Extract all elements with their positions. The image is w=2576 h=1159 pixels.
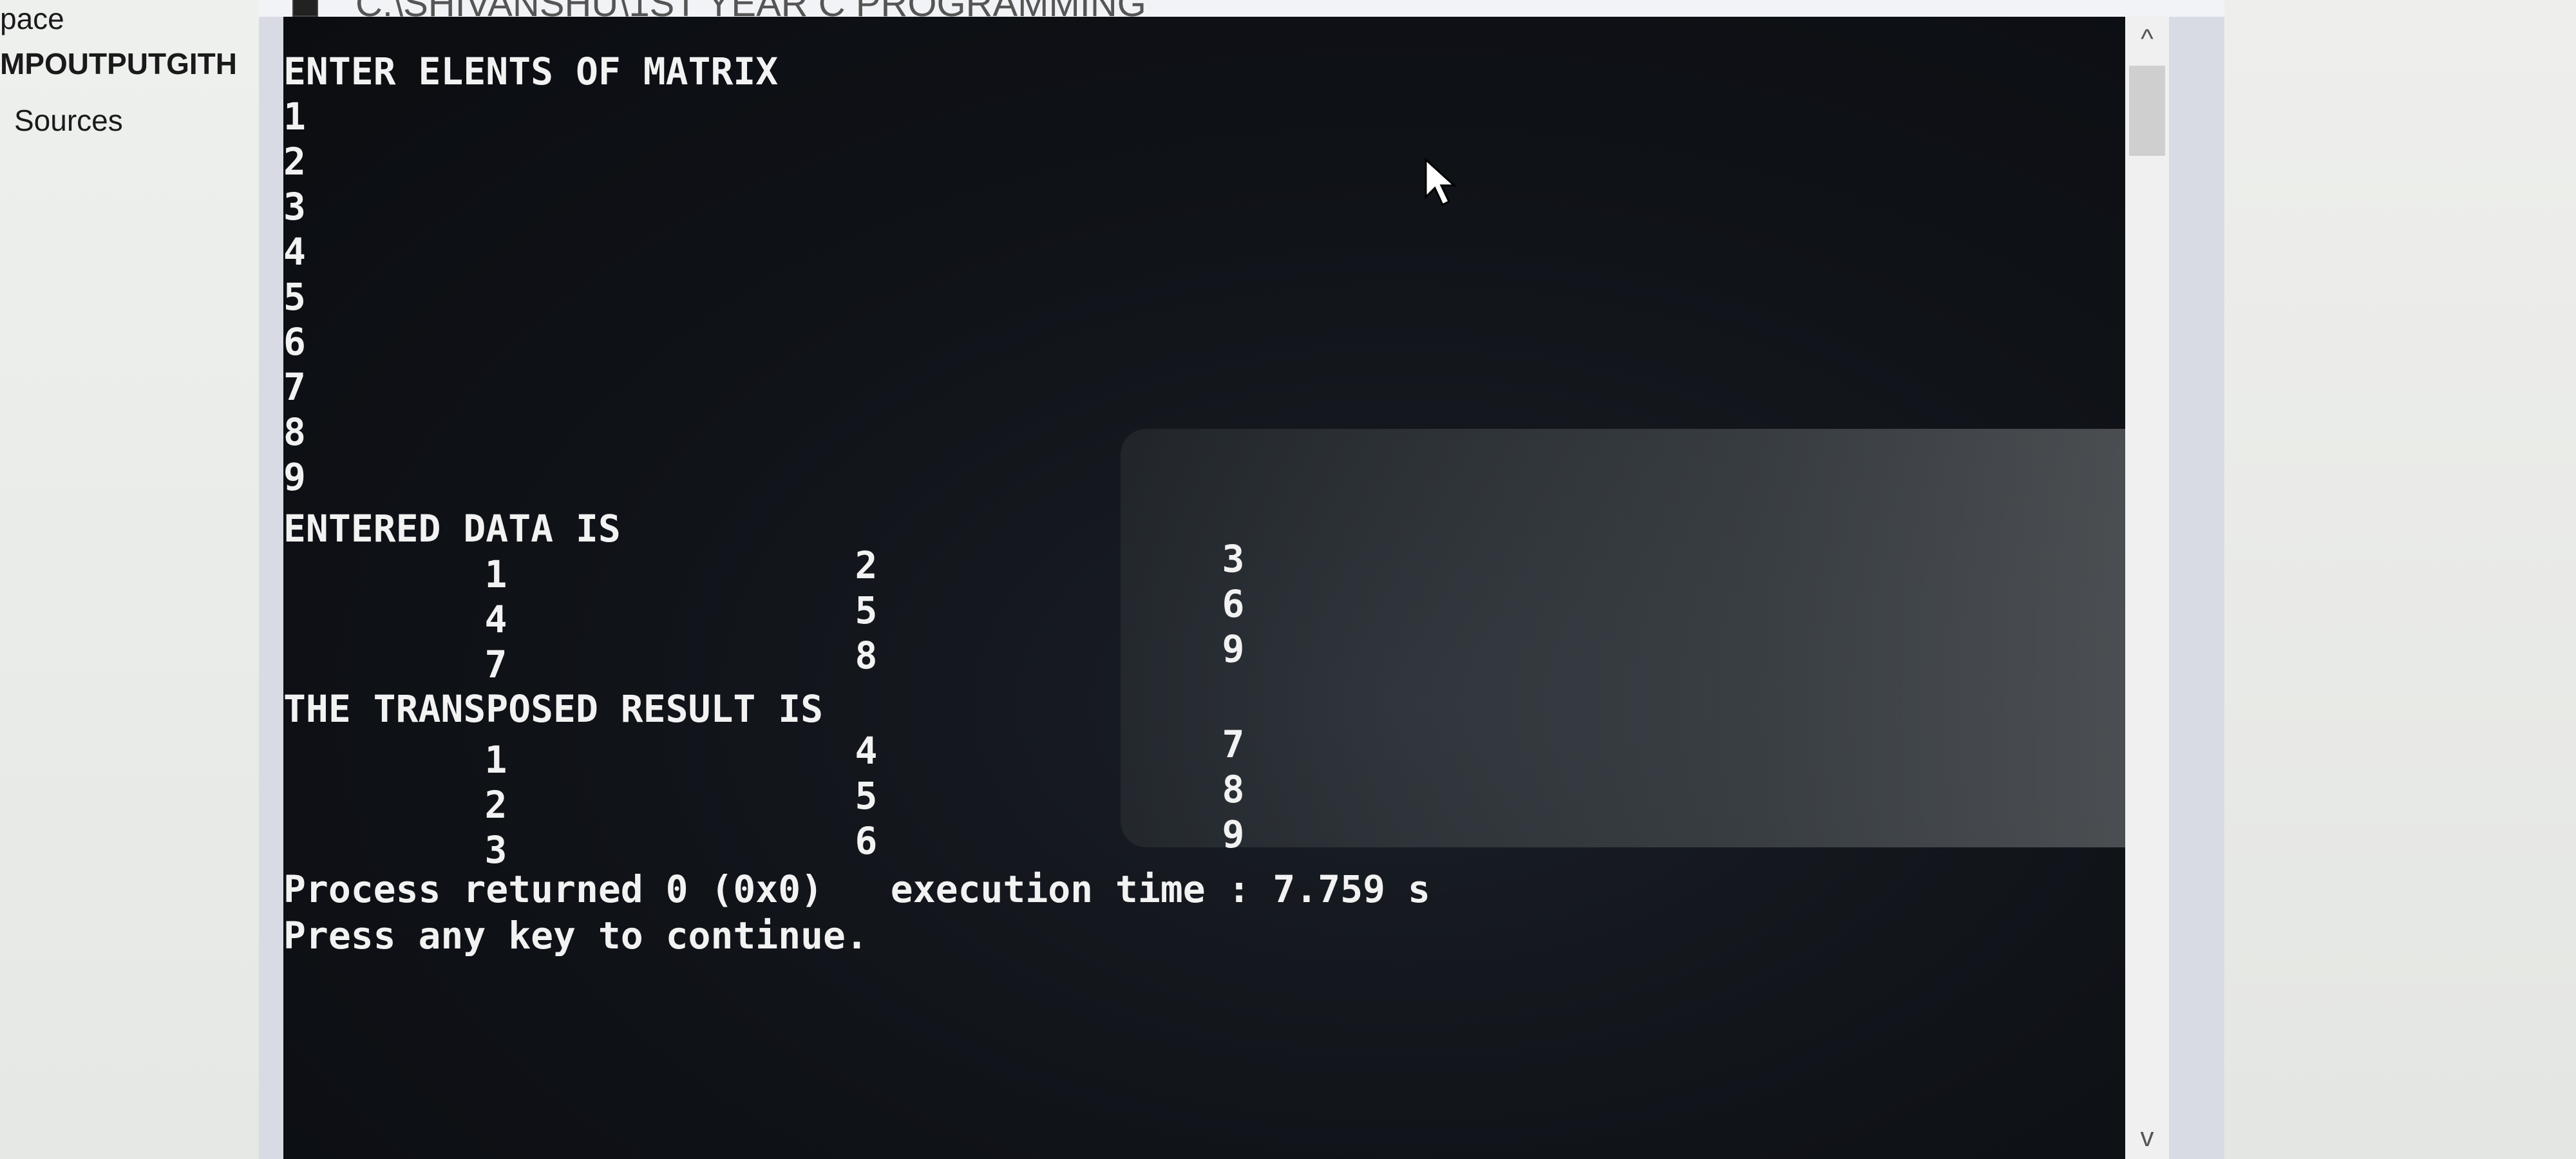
console-scrollbar[interactable]: ^ v [2125,17,2169,1159]
entered-cell: 7 [484,643,507,686]
entered-cell: 4 [484,598,507,641]
input-line: 5 [283,275,306,319]
console-titlebar[interactable]: C:\SHIVANSHU\1ST YEAR C PROGRAMMING [259,0,2224,17]
transposed-cell: 7 [1222,722,1245,766]
transposed-cell: 2 [484,783,507,827]
scroll-up-button[interactable]: ^ [2125,17,2169,61]
chevron-down-icon: v [2140,1122,2154,1152]
transposed-cell: 8 [1222,768,1245,811]
entered-cell: 5 [855,589,878,632]
ide-sources-folder[interactable]: Sources [14,103,123,138]
desktop-background [2224,0,2576,1159]
scroll-down-button[interactable]: v [2125,1115,2169,1159]
screen-reflection [1121,429,2148,847]
transposed-cell: 6 [855,819,878,863]
transposed-cell: 9 [1222,813,1245,856]
scroll-thumb[interactable] [2129,66,2165,156]
entered-cell: 3 [1222,537,1245,581]
input-line: 6 [283,320,306,364]
ide-sidebar: pace MPOUTPUTGITH Sources [0,0,259,1159]
input-line: 8 [283,410,306,454]
input-line: 7 [283,365,306,409]
transposed-cell: 3 [484,828,507,872]
ide-project-name[interactable]: MPOUTPUTGITH [0,46,237,81]
entered-cell: 9 [1222,627,1245,671]
input-line: 4 [283,230,306,274]
entered-data-header: ENTERED DATA IS [283,507,621,551]
console-output-area[interactable]: ENTER ELENTS OF MATRIX 1 2 3 4 5 6 7 8 9… [283,17,2148,1159]
console-app-icon [292,0,318,17]
entered-cell: 8 [855,634,878,677]
ide-workspace-label[interactable]: pace [0,1,64,36]
press-any-key-line: Press any key to continue. [283,914,868,957]
transposed-header: THE TRANSPOSED RESULT IS [283,687,824,731]
transposed-cell: 1 [484,738,507,782]
window-title: C:\SHIVANSHU\1ST YEAR C PROGRAMMING [355,0,1146,17]
entered-cell: 6 [1222,582,1245,626]
entered-cell: 2 [855,543,878,587]
entered-cell: 1 [484,552,507,596]
mouse-cursor-icon [1425,157,1457,207]
transposed-cell: 4 [855,729,878,773]
transposed-cell: 5 [855,774,878,818]
process-returned-line: Process returned 0 (0x0) execution time … [283,867,1430,911]
chevron-up-icon: ^ [2141,23,2154,53]
input-line: 9 [283,455,306,499]
